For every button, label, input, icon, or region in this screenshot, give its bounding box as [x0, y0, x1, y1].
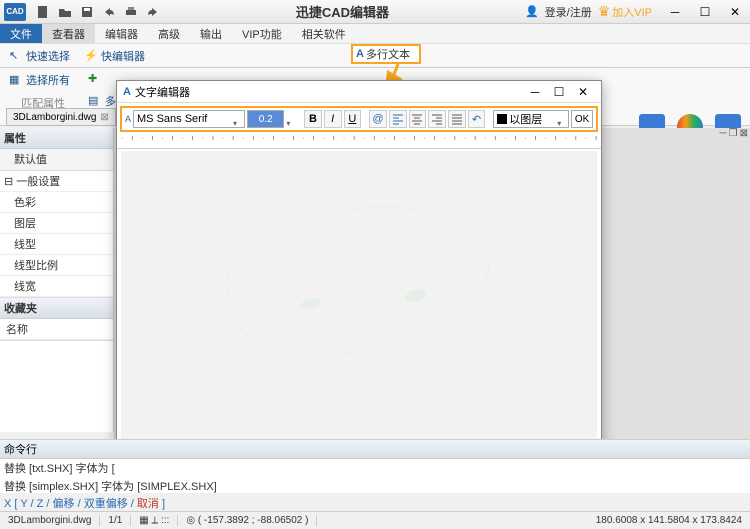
redo-icon[interactable] [146, 5, 160, 19]
status-ratio: 1/1 [100, 515, 131, 526]
dialog-title: 文字编辑器 [135, 84, 523, 100]
quick-edit-button[interactable]: ⚡快编辑器 [79, 46, 150, 66]
props-lweight[interactable]: 线宽 [0, 276, 113, 297]
ok-button[interactable]: OK [571, 110, 593, 128]
select-all-button[interactable]: ▦选择所有 [4, 70, 75, 90]
doc-window-controls: ─ ❐ ⊠ [720, 128, 748, 139]
open-icon[interactable] [58, 5, 72, 19]
ruler: · ı · ı · ı · ı · ı · ı · ı · ı · ı · ı … [117, 135, 601, 149]
undo-icon[interactable] [102, 5, 116, 19]
justify-button[interactable] [448, 110, 466, 128]
tab-y[interactable]: Y [20, 498, 27, 510]
props-ltype[interactable]: 线型 [0, 234, 113, 255]
status-coords: ◎ ( -157.3892 ; -88.06502 ) [178, 515, 317, 526]
text-editor-dialog: A 文字编辑器 ─ ☐ ✕ A MS Sans Serif 0.2 B I U … [116, 80, 602, 476]
font-select[interactable]: MS Sans Serif [133, 110, 245, 128]
font-size-select[interactable]: 0.2 [247, 110, 284, 128]
doc-close-icon[interactable]: ⊠ [740, 128, 748, 139]
status-filename: 3DLamborgini.dwg [0, 515, 100, 526]
format-toolbar: A MS Sans Serif 0.2 B I U @ ↶ 以图层 OK [120, 106, 598, 132]
status-icons: ▦ ⟂ ::: [131, 515, 178, 526]
text-icon: A [356, 48, 364, 60]
print-icon[interactable] [124, 5, 138, 19]
text-canvas[interactable] [121, 151, 597, 471]
app-icon: CAD [4, 3, 26, 21]
props-ltscale[interactable]: 线型比例 [0, 255, 113, 276]
title-bar: CAD 迅捷CAD编辑器 👤 登录/注册 ♛加入VIP ─ ☐ ✕ [0, 0, 750, 24]
file-tab[interactable]: 3DLamborgini.dwg⊠ [6, 108, 116, 126]
plus-icon: ✚ [88, 72, 102, 86]
app-title: 迅捷CAD编辑器 [160, 2, 525, 21]
cmdline-header: 命令行 [0, 440, 750, 459]
cursor-icon: ↖ [9, 49, 23, 63]
maximize-button[interactable]: ☐ [690, 1, 720, 23]
close-button[interactable]: ✕ [720, 1, 750, 23]
command-line-panel: 命令行 替换 [txt.SHX] 字体为 [ 替换 [simplex.SHX] … [0, 439, 750, 493]
props-name[interactable]: 名称 [0, 319, 113, 340]
status-dims: 180.6008 x 141.5804 x 173.8424 [588, 515, 750, 526]
save-icon[interactable] [80, 5, 94, 19]
dialog-icon: A [123, 86, 131, 98]
tab-z[interactable]: Z [37, 498, 44, 510]
props-layer[interactable]: 图层 [0, 213, 113, 234]
cmdline-row: 替换 [txt.SHX] 字体为 [ [0, 459, 750, 477]
align-left-button[interactable] [389, 110, 407, 128]
dialog-maximize-button[interactable]: ☐ [547, 85, 571, 99]
menu-vip[interactable]: VIP功能 [232, 24, 292, 43]
select-all-icon: ▦ [9, 73, 23, 87]
props-default[interactable]: 默认值 [0, 149, 113, 170]
login-link[interactable]: 登录/注册 [545, 4, 592, 20]
tab-offset[interactable]: 偏移 [53, 498, 75, 510]
user-icon: 👤 [525, 5, 539, 18]
flash-icon: ⚡ [84, 49, 98, 63]
tab-double-offset[interactable]: 双重偏移 [84, 498, 128, 510]
color-layer-select[interactable]: 以图层 [493, 110, 569, 128]
multiline-text-button[interactable]: A 多行文本 [351, 44, 421, 64]
dialog-title-bar[interactable]: A 文字编辑器 ─ ☐ ✕ [117, 81, 601, 103]
tab-cancel[interactable]: 取消 [137, 498, 159, 510]
fav-header: 收藏夹 [0, 298, 113, 319]
menu-output[interactable]: 输出 [190, 24, 232, 43]
window-controls: ─ ☐ ✕ [660, 1, 750, 23]
doc-min-icon[interactable]: ─ [720, 128, 727, 139]
underline-button[interactable]: U [344, 110, 362, 128]
menu-viewer[interactable]: 查看器 [42, 24, 95, 43]
grid-icon: ▤ [88, 94, 102, 108]
props-general[interactable]: ⊟ 一般设置 [0, 171, 113, 192]
properties-panel: 属性 默认值 ⊟ 一般设置 色彩 图层 线型 线型比例 线宽 收藏夹 名称 [0, 128, 114, 432]
bold-button[interactable]: B [304, 110, 322, 128]
dialog-close-button[interactable]: ✕ [571, 85, 595, 99]
menu-advanced[interactable]: 高级 [148, 24, 190, 43]
crown-icon: ♛ [598, 3, 611, 20]
align-right-button[interactable] [428, 110, 446, 128]
tab-x[interactable]: X [4, 498, 11, 510]
props-header: 属性 [0, 128, 113, 149]
doc-max-icon[interactable]: ❐ [729, 128, 738, 139]
at-button[interactable]: @ [369, 110, 387, 128]
props-color[interactable]: 色彩 [0, 192, 113, 213]
undo-text-button[interactable]: ↶ [468, 110, 486, 128]
menu-editor[interactable]: 编辑器 [95, 24, 148, 43]
minimize-button[interactable]: ─ [660, 1, 690, 23]
menu-bar: 文件 查看器 编辑器 高级 输出 VIP功能 相关软件 [0, 24, 750, 44]
quick-access-toolbar [36, 5, 160, 19]
font-icon: A [125, 114, 131, 124]
dialog-minimize-button[interactable]: ─ [523, 85, 547, 99]
status-bar: 3DLamborgini.dwg 1/1 ▦ ⟂ ::: ◎ ( -157.38… [0, 511, 750, 529]
menu-file[interactable]: 文件 [0, 24, 42, 43]
coord-tabs: X [ Y / Z / 偏移 / 双重偏移 / 取消 ] [4, 495, 165, 511]
color-swatch [497, 114, 507, 124]
align-center-button[interactable] [409, 110, 427, 128]
size-dropdown-icon[interactable] [286, 117, 294, 121]
italic-button[interactable]: I [324, 110, 342, 128]
new-icon[interactable] [36, 5, 50, 19]
vip-link[interactable]: ♛加入VIP [598, 3, 652, 20]
close-tab-icon[interactable]: ⊠ [100, 112, 108, 123]
menu-related[interactable]: 相关软件 [292, 24, 356, 43]
auth-area: 👤 登录/注册 ♛加入VIP [525, 3, 652, 20]
quick-select-button[interactable]: ↖快速选择 [4, 46, 75, 66]
cmdline-row: 替换 [simplex.SHX] 字体为 [SIMPLEX.SHX] [0, 477, 750, 495]
ribbon-row-1: ↖快速选择 ⚡快编辑器 A 多行文本 [0, 44, 750, 68]
